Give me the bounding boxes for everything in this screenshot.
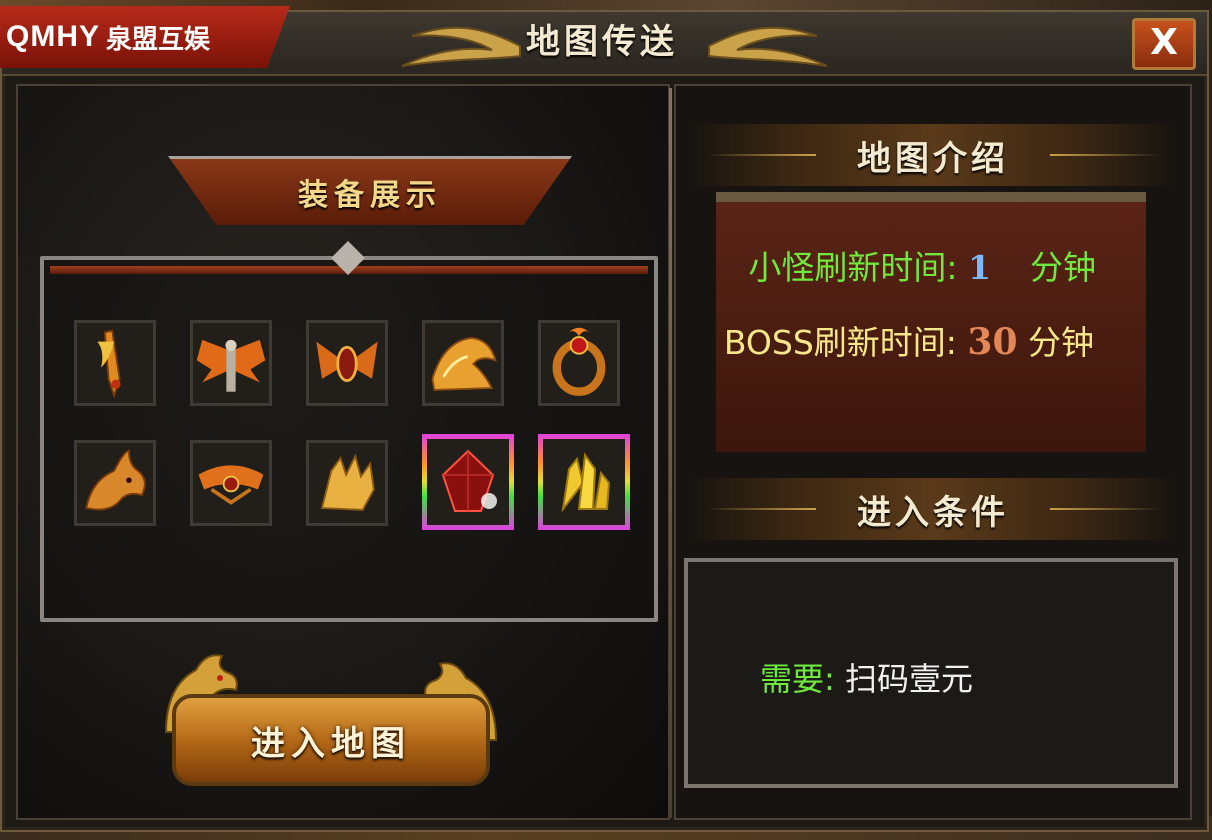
equipment-header-plaque: 装备展示 (168, 156, 572, 225)
brand-logo: QMHY 泉盟互娱 (0, 6, 290, 68)
title-bar: QMHY 泉盟互娱 地图传送 X (0, 6, 1207, 76)
equipment-slot-10[interactable] (538, 434, 630, 530)
red-gem-icon (441, 449, 497, 512)
requirement-row: 需要: 扫码壹元 (760, 654, 973, 700)
flame-sword-icon (97, 329, 121, 399)
header-line-right (1050, 508, 1160, 510)
equipment-slot-4[interactable] (422, 320, 504, 406)
title-wing-right-ornament (708, 26, 828, 67)
equipment-slot-1[interactable] (74, 320, 156, 406)
map-intro-header: 地图介绍 (857, 138, 1009, 179)
equipment-header: 装备展示 (298, 178, 442, 213)
equipment-slot-7[interactable] (190, 440, 272, 526)
enter-map-label: 进入地图 (251, 723, 411, 764)
equipment-slot-5[interactable] (538, 320, 620, 406)
header-line-left (706, 154, 816, 156)
brand-logo-latin: QMHY (6, 20, 100, 53)
entry-conditions-header-bar: 进入条件 (686, 478, 1180, 540)
boss-refresh-value: 30 (967, 321, 1018, 363)
entry-conditions-header: 进入条件 (857, 492, 1009, 533)
window-title: 地图传送 (526, 22, 678, 62)
equipment-slot-6[interactable] (74, 440, 156, 526)
header-line-right (1050, 154, 1160, 156)
map-info-panel: 地图介绍 小怪刷新时间: 1 分钟 BOSS刷新时间: 30 分钟 进入条件 需 (674, 84, 1192, 820)
equipment-frame (40, 241, 658, 622)
fire-crown-icon (198, 465, 264, 505)
equipment-panel: 装备展示 进入地图 (16, 84, 670, 820)
monster-refresh-label: 小怪刷新时间: (748, 248, 958, 287)
monster-refresh-row: 小怪刷新时间: 1 分钟 (748, 248, 1096, 288)
map-teleport-window: QMHY 泉盟互娱 地图传送 X 装备展示 进入地图 地图介绍 小怪刷新时间: … (0, 6, 1209, 832)
equipment-slot-9[interactable] (422, 434, 514, 530)
gold-crystal-icon (561, 452, 611, 513)
map-intro-board: 小怪刷新时间: 1 分钟 BOSS刷新时间: 30 分钟 (716, 192, 1146, 452)
monster-refresh-unit: 分钟 (1030, 248, 1096, 287)
golden-claw-icon (320, 453, 375, 511)
equipment-slot-2[interactable] (190, 320, 272, 406)
header-line-left (706, 508, 816, 510)
dragon-head-icon (85, 449, 146, 511)
fire-wings-armor-icon (196, 339, 266, 392)
entry-conditions-box: 需要: 扫码壹元 (684, 558, 1178, 788)
panel-divider (669, 88, 672, 818)
equipment-slot-3[interactable] (306, 320, 388, 406)
brand-logo-cn: 泉盟互娱 (106, 24, 211, 55)
boss-refresh-row: BOSS刷新时间: 30 分钟 (724, 322, 1094, 362)
map-intro-header-bar: 地图介绍 (686, 124, 1180, 186)
equipment-slot-8[interactable] (306, 440, 388, 526)
monster-refresh-value: 1 (968, 248, 991, 287)
fire-ring-icon (552, 327, 606, 396)
fire-dragon-helmet-icon (431, 337, 497, 391)
requirement-label: 需要: (760, 660, 835, 698)
boss-refresh-unit: 分钟 (1028, 323, 1094, 362)
close-button[interactable]: X (1132, 18, 1196, 70)
enter-map-button[interactable]: 进入地图 (156, 646, 498, 796)
enter-map-button-body: 进入地图 (172, 694, 490, 786)
fire-wing-emblem-icon (316, 341, 378, 382)
boss-refresh-label: BOSS刷新时间: (723, 323, 957, 362)
requirement-value: 扫码壹元 (844, 660, 973, 698)
